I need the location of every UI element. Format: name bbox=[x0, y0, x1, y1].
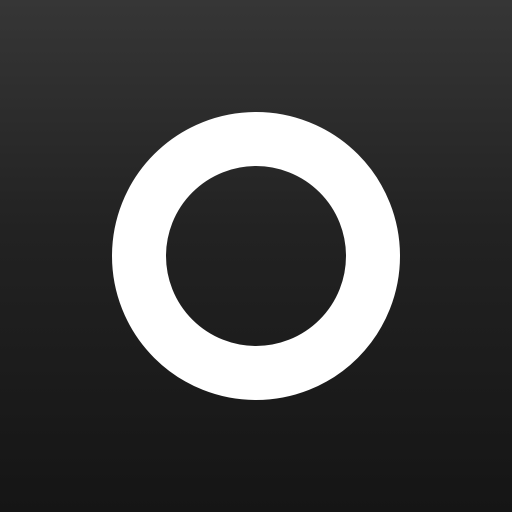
app-icon-tile bbox=[0, 0, 512, 512]
logo-ring bbox=[112, 112, 400, 400]
ring-logo-icon bbox=[112, 112, 400, 400]
